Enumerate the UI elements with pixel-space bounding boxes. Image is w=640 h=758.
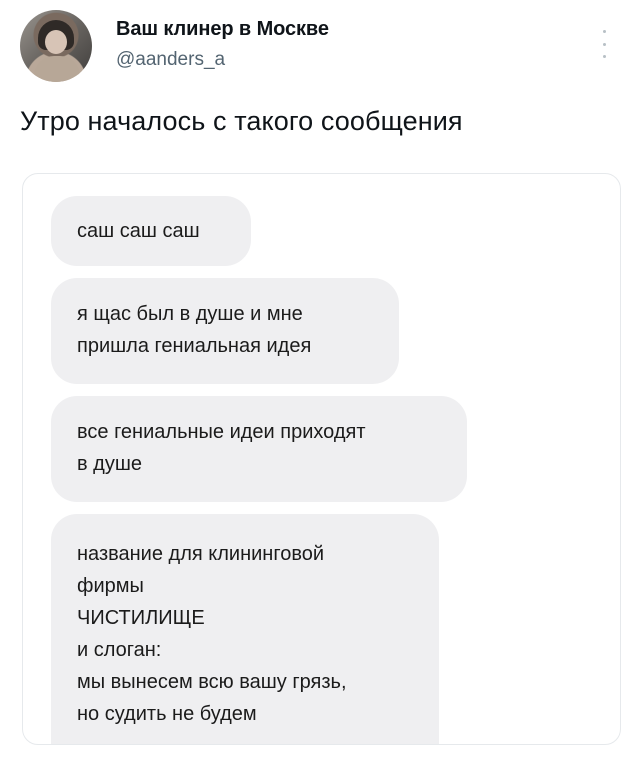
author-handle[interactable]: @aanders_a xyxy=(116,49,225,71)
more-dot xyxy=(602,30,606,33)
avatar-face xyxy=(45,30,67,54)
message-bubble: я щас был в душе и мне пришла гениальная… xyxy=(51,278,399,384)
more-dot xyxy=(602,55,606,58)
tweet-text: Утро началось с такого сообщения xyxy=(20,106,463,136)
more-dot xyxy=(602,42,606,46)
message-bubble: все гениальные идеи приходят в душе xyxy=(51,396,467,502)
message-bubble: название для клининговой фирмы ЧИСТИЛИЩЕ… xyxy=(51,514,439,744)
tweet-card: Ваш клинер в Москве @aanders_a Утро нача… xyxy=(0,0,640,758)
attached-screenshot[interactable]: саш саш саш я щас был в душе и мне пришл… xyxy=(22,173,621,745)
message-bubble: саш саш саш xyxy=(51,196,251,266)
more-vertical-icon[interactable] xyxy=(600,30,608,58)
author-name[interactable]: Ваш клинер в Москве xyxy=(116,18,329,41)
avatar[interactable] xyxy=(20,10,92,82)
avatar-body xyxy=(34,56,80,82)
